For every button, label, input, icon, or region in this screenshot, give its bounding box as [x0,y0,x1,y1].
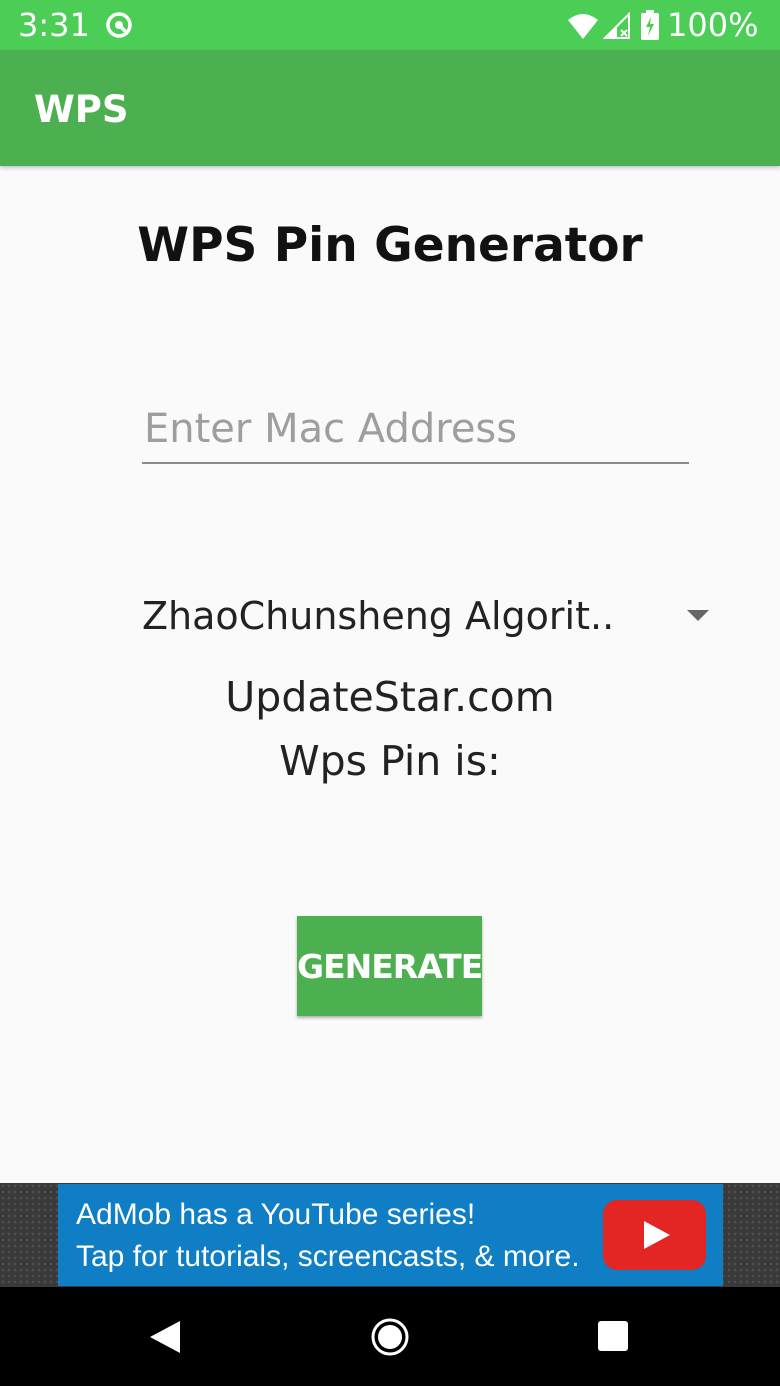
algorithm-dropdown[interactable]: ZhaoChunsheng Algorit.. [142,586,722,648]
battery-icon [641,10,659,40]
mac-address-input[interactable] [142,396,689,464]
status-time: 3:31 [18,6,90,44]
home-icon[interactable] [371,1318,409,1356]
page-title: WPS Pin Generator [137,218,643,273]
wps-pin-label: Wps Pin is: [279,737,501,785]
algorithm-selected-value: ZhaoChunsheng Algorit.. [142,594,615,638]
ad-text-line2: Tap for tutorials, screencasts, & more. [76,1240,580,1273]
signal-icon [603,12,630,39]
wifi-icon [568,14,598,39]
dropdown-arrow-icon [687,610,709,621]
app-title: WPS [34,88,129,131]
site-text: UpdateStar.com [225,673,555,721]
battery-percentage: 100% [667,6,759,44]
ad-text-line1: AdMob has a YouTube series! [76,1198,476,1231]
app-bar: WPS [0,50,780,166]
ad-banner[interactable]: AdMob has a YouTube series! Tap for tuto… [58,1184,723,1286]
recents-icon[interactable] [597,1320,629,1352]
navigation-bar [0,1287,780,1386]
youtube-play-icon [603,1200,706,1270]
play-triangle-icon [644,1221,670,1249]
sync-icon [106,12,132,38]
status-bar: 3:31 100% [0,0,780,50]
generate-button[interactable]: GENERATE [297,916,483,1016]
back-icon[interactable] [148,1319,182,1355]
